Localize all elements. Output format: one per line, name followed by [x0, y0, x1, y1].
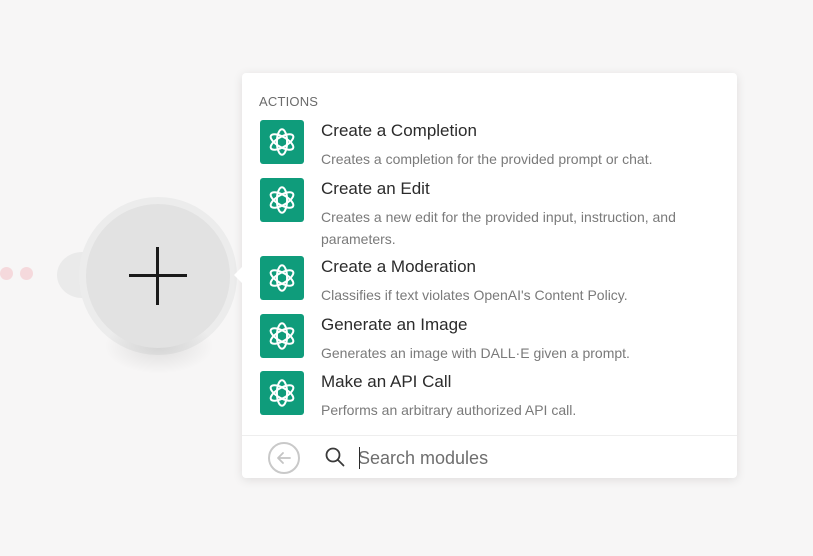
openai-icon — [260, 256, 304, 300]
openai-icon — [260, 371, 304, 415]
action-item-description: Classifies if text violates OpenAI's Con… — [321, 287, 628, 303]
action-item-title: Create a Moderation — [321, 257, 476, 276]
search-icon — [325, 447, 345, 467]
arrow-left-icon — [277, 452, 291, 464]
action-item-create-completion[interactable]: Create a Completion Creates a completion… — [259, 120, 724, 170]
action-item-create-edit[interactable]: Create an Edit Creates a new edit for th… — [259, 178, 724, 250]
action-item-make-api-call[interactable]: Make an API Call Performs an arbitrary a… — [259, 371, 724, 421]
action-item-title: Generate an Image — [321, 315, 468, 334]
action-item-description: Generates an image with DALL·E given a p… — [321, 345, 630, 361]
connection-dot — [0, 267, 13, 280]
action-item-generate-image[interactable]: Generate an Image Generates an image wit… — [259, 314, 724, 364]
module-picker-popup: ACTIONS Create a Completion Creates a co… — [234, 73, 737, 478]
openai-icon — [260, 120, 304, 164]
action-item-title: Create a Completion — [321, 121, 477, 140]
action-item-title: Make an API Call — [321, 372, 452, 391]
connection-dot — [20, 267, 33, 280]
action-item-create-moderation[interactable]: Create a Moderation Classifies if text v… — [259, 256, 724, 306]
action-item-description: Creates a completion for the provided pr… — [321, 151, 653, 167]
back-button[interactable] — [268, 442, 300, 474]
add-module-node[interactable] — [86, 204, 230, 348]
section-title: ACTIONS — [259, 94, 319, 109]
search-input[interactable] — [358, 444, 718, 472]
action-item-title: Create an Edit — [321, 179, 430, 198]
popup-pointer — [234, 267, 242, 283]
divider — [242, 435, 737, 436]
action-item-description: Creates a new edit for the provided inpu… — [321, 209, 676, 247]
openai-icon — [260, 178, 304, 222]
action-item-description: Performs an arbitrary authorized API cal… — [321, 402, 577, 418]
openai-icon — [260, 314, 304, 358]
text-caret — [359, 447, 360, 469]
